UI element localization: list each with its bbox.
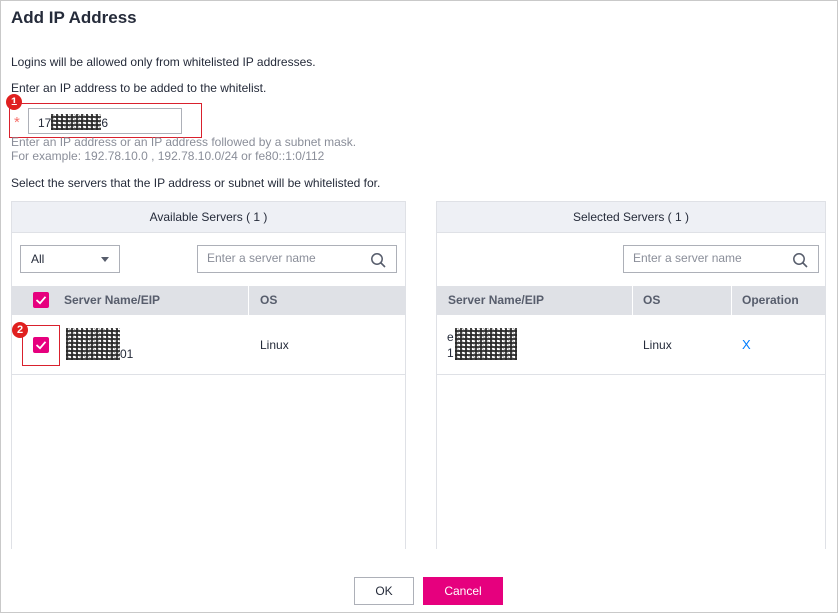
server-filter-value: All — [31, 252, 45, 266]
required-mark: * — [14, 114, 20, 131]
table-row: 01 Linux — [12, 315, 405, 375]
available-search-box — [197, 245, 397, 273]
server-name-line1-prefix: e — [447, 330, 454, 344]
servers-prompt: Select the servers that the IP address o… — [11, 176, 381, 190]
available-servers-title: Available Servers ( 1 ) — [12, 202, 405, 233]
cancel-button[interactable]: Cancel — [423, 577, 503, 605]
col-server-name: Server Name/EIP — [64, 293, 161, 307]
col-operation: Operation — [742, 293, 799, 307]
chevron-down-icon — [101, 257, 109, 262]
col-server-name: Server Name/EIP — [448, 293, 545, 307]
ip-hint-line2: For example: 192.78.10.0 , 192.78.10.0/2… — [11, 149, 325, 163]
server-name-line2-prefix: 1 — [447, 346, 454, 360]
ip-hint-line1: Enter an IP address or an IP address fol… — [11, 135, 357, 149]
callout-2-badge: 2 — [12, 322, 28, 338]
available-search-input[interactable] — [207, 251, 357, 265]
server-os: Linux — [643, 338, 672, 352]
selected-servers-title: Selected Servers ( 1 ) — [437, 202, 825, 233]
ip-address-value: 17 6 — [38, 114, 109, 130]
checkbox-checked-icon — [35, 296, 47, 305]
ip-prompt: Enter an IP address to be added to the w… — [11, 81, 267, 95]
server-filter-select[interactable]: All — [20, 245, 120, 273]
remove-server-close-icon[interactable]: X — [742, 337, 751, 352]
selected-servers-panel: Selected Servers ( 1 ) Server Name/EIP O… — [436, 201, 826, 549]
intro-text: Logins will be allowed only from whiteli… — [11, 55, 316, 69]
redacted-server-name — [455, 328, 517, 360]
ip-address-input[interactable]: 17 6 — [28, 108, 182, 134]
redacted-ip-block — [51, 114, 102, 130]
available-table-header: Server Name/EIP OS — [12, 286, 405, 315]
dialog-title: Add IP Address — [11, 8, 137, 27]
column-divider — [731, 286, 732, 315]
server-name-suffix: 01 — [120, 347, 134, 361]
redacted-server-name — [66, 328, 120, 360]
search-icon[interactable] — [370, 252, 386, 268]
server-os: Linux — [260, 338, 289, 352]
column-divider — [248, 286, 249, 315]
selected-search-box — [623, 245, 819, 273]
col-os: OS — [260, 293, 278, 307]
search-icon[interactable] — [792, 252, 808, 268]
col-os: OS — [643, 293, 661, 307]
column-divider — [632, 286, 633, 315]
selected-search-input[interactable] — [633, 251, 783, 265]
table-row: e 1 Linux X — [437, 315, 825, 375]
available-servers-panel: Available Servers ( 1 ) All Server Name/… — [11, 201, 406, 549]
ok-button[interactable]: OK — [354, 577, 414, 605]
select-all-checkbox[interactable] — [33, 292, 49, 308]
selected-table-header: Server Name/EIP OS Operation — [437, 286, 825, 315]
